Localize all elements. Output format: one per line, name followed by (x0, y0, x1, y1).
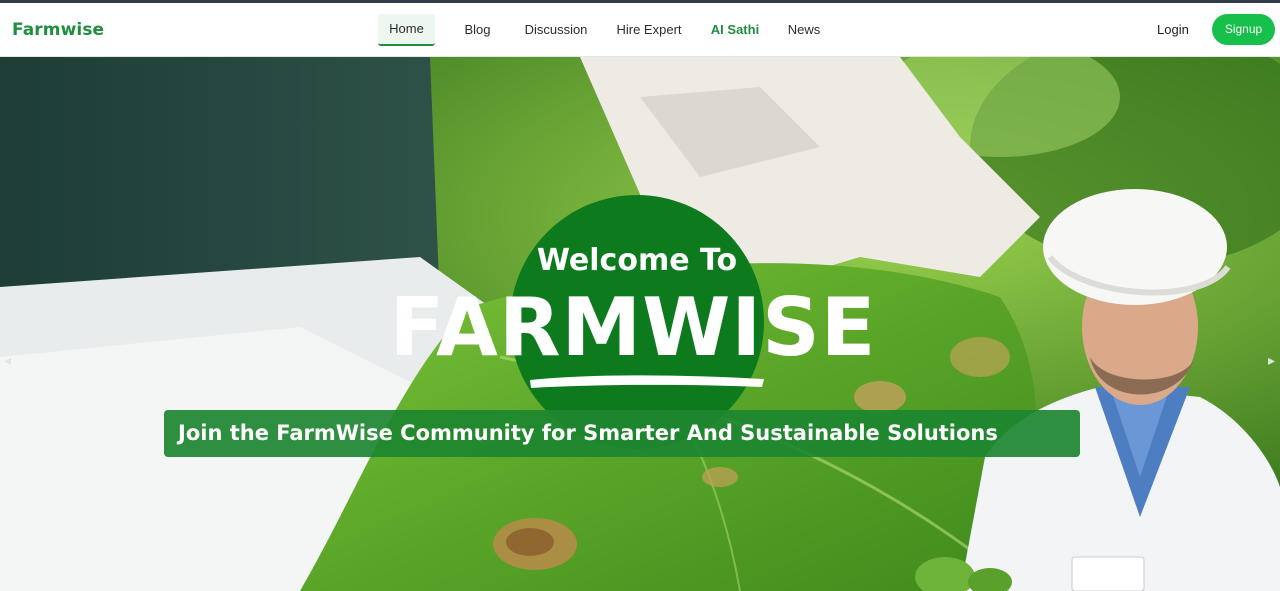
nav-ai-sathi[interactable]: AI Sathi (706, 14, 764, 46)
navbar: Farmwise Home Blog Discussion Hire Exper… (0, 3, 1280, 57)
signup-button[interactable]: Signup (1212, 14, 1275, 45)
nav-discussion[interactable]: Discussion (520, 14, 592, 46)
hero-title: FARMWISE (389, 281, 877, 374)
hero-tagline-banner: Join the FarmWise Community for Smarter … (164, 410, 1080, 457)
nav-home[interactable]: Home (378, 14, 435, 46)
nav-hire-expert[interactable]: Hire Expert (607, 14, 691, 46)
nav-news[interactable]: News (779, 14, 829, 46)
hero-tagline: Join the FarmWise Community for Smarter … (178, 421, 998, 445)
nav-blog[interactable]: Blog (450, 14, 505, 46)
brand-logo[interactable]: Farmwise (12, 20, 104, 40)
carousel-prev-arrow-icon[interactable]: ◂ (4, 353, 11, 367)
login-link[interactable]: Login (1157, 22, 1189, 37)
hero-welcome-text: Welcome To (536, 243, 738, 278)
nav-links: Home Blog Discussion Hire Expert AI Sath… (378, 14, 829, 46)
carousel-next-arrow-icon[interactable]: ▸ (1268, 353, 1275, 367)
hero-carousel: ◂ ▸ Welcome To FARMWISE Join the FarmWis… (0, 57, 1280, 591)
